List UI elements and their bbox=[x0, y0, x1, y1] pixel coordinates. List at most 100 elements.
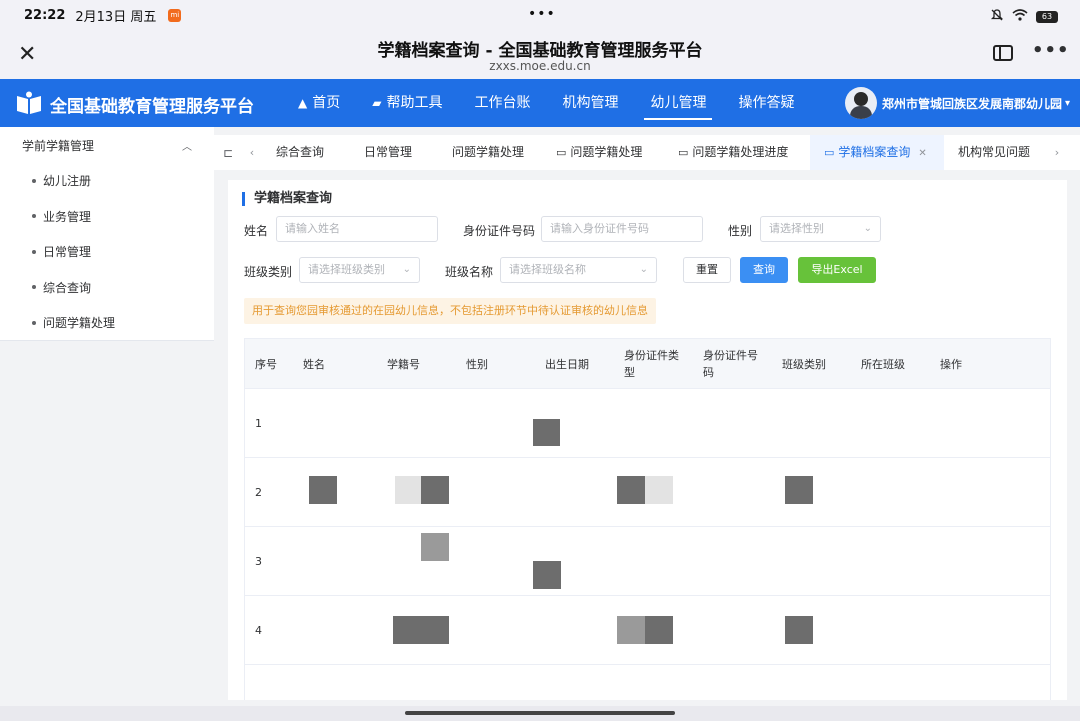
wifi-icon bbox=[1012, 9, 1028, 25]
monitor-icon: ▭ bbox=[678, 146, 689, 159]
book-icon: ▰ bbox=[372, 96, 382, 110]
col-gender: 性别 bbox=[466, 357, 488, 371]
row-index: 4 bbox=[255, 624, 262, 637]
redacted-cell bbox=[533, 419, 560, 446]
nav-home[interactable]: ▲ 首页 bbox=[282, 79, 356, 127]
table-row: 2 bbox=[245, 458, 1050, 527]
chevron-down-icon: ⌄ bbox=[639, 264, 648, 275]
avatar bbox=[845, 87, 877, 119]
class-name-label: 班级名称 bbox=[445, 265, 494, 279]
status-time: 22:22 bbox=[24, 7, 66, 23]
home-indicator[interactable] bbox=[405, 711, 675, 715]
collapse-menu-icon[interactable]: ⊏ bbox=[214, 146, 242, 160]
notice-banner: 用于查询您园审核通过的在园幼儿信息，不包括注册环节中待认证审核的幼儿信息 bbox=[244, 298, 656, 324]
class-name-select[interactable]: 请选择班级名称 ⌄ bbox=[500, 257, 657, 283]
redacted-cell bbox=[645, 476, 673, 504]
redacted-cell bbox=[393, 616, 449, 644]
user-menu[interactable]: 郑州市管城回族区发展南郡幼儿园 ▾ bbox=[845, 87, 1070, 119]
id-number-input[interactable]: 请输入身份证件号码 bbox=[541, 216, 703, 242]
page-title: 学籍档案查询 bbox=[242, 192, 332, 206]
nav-help-tools[interactable]: ▰ 帮助工具 bbox=[356, 79, 458, 127]
table-header: 序号 姓名 学籍号 性别 出生日期 身份证件类型 身份证件号码 班级类别 所在班… bbox=[245, 339, 1050, 389]
row-index: 2 bbox=[255, 486, 262, 499]
table-row: 4 bbox=[245, 596, 1050, 665]
nav-child-management[interactable]: 幼儿管理 bbox=[634, 79, 722, 127]
sidebar: 学前学籍管理 ︿ 幼儿注册 业务管理 日常管理 综合查询 问题学籍处理 bbox=[0, 127, 214, 341]
bullet-icon bbox=[32, 178, 36, 183]
tab-comprehensive-query[interactable]: 综合查询 bbox=[262, 135, 350, 170]
nav-institution-management[interactable]: 机构管理 bbox=[546, 79, 634, 127]
col-id-number: 身份证件号码 bbox=[703, 349, 758, 379]
redacted-cell bbox=[785, 616, 813, 644]
chevron-right-icon[interactable]: › bbox=[1048, 146, 1066, 159]
app-header: 全国基础教育管理服务平台 ▲ 首页 ▰ 帮助工具 工作台账 机构管理 幼儿管理 操作… bbox=[0, 79, 1080, 127]
col-actions: 操作 bbox=[940, 357, 962, 371]
redacted-cell bbox=[421, 533, 449, 561]
home-icon: ▲ bbox=[298, 96, 308, 110]
sidebar-toggle-icon[interactable] bbox=[993, 45, 1013, 61]
nav-operation-qa[interactable]: 操作答疑 bbox=[722, 79, 810, 127]
id-number-label: 身份证件号码 bbox=[463, 224, 536, 238]
tab-problem-status-progress[interactable]: ▭ 问题学籍处理进度 bbox=[664, 135, 810, 170]
content-panel: 学籍档案查询 姓名 请输入姓名 身份证件号码 请输入身份证件号码 性别 请选择性… bbox=[228, 180, 1067, 700]
col-student-id: 学籍号 bbox=[387, 357, 420, 371]
col-id-type: 身份证件类型 bbox=[624, 349, 679, 379]
class-type-label: 班级类别 bbox=[244, 265, 293, 279]
tab-archive-query[interactable]: ▭ 学籍档案查询 ✕ bbox=[810, 135, 944, 170]
status-date: 2月13日 周五 bbox=[75, 9, 157, 25]
monitor-icon: ▭ bbox=[824, 146, 835, 159]
redacted-cell bbox=[785, 476, 813, 504]
class-type-select[interactable]: 请选择班级类别 ⌄ bbox=[299, 257, 420, 283]
chevron-left-icon[interactable]: ‹ bbox=[242, 146, 262, 159]
browser-url[interactable]: zxxs.moe.edu.cn bbox=[0, 59, 1080, 73]
unit-name: 郑州市管城回族区发展南郡幼儿园 bbox=[882, 96, 1063, 111]
col-index: 序号 bbox=[255, 357, 277, 371]
redacted-cell bbox=[617, 616, 645, 644]
row-index: 3 bbox=[255, 555, 262, 568]
bullet-icon bbox=[32, 320, 36, 325]
redacted-cell bbox=[309, 476, 337, 504]
redacted-cell bbox=[617, 476, 645, 504]
browser-bar: ✕ 学籍档案查询 - 全国基础教育管理服务平台 zxxs.moe.edu.cn … bbox=[0, 30, 1080, 79]
export-excel-button[interactable]: 导出Excel bbox=[798, 257, 876, 283]
close-tab-icon[interactable]: ✕ bbox=[918, 148, 926, 159]
bullet-icon bbox=[32, 249, 36, 254]
nav-workbench-ledger[interactable]: 工作台账 bbox=[458, 79, 546, 127]
tab-institution-faq[interactable]: 机构常见问题 bbox=[944, 135, 1048, 170]
redacted-cell bbox=[533, 561, 561, 589]
browser-title: 学籍档案查询 - 全国基础教育管理服务平台 bbox=[377, 41, 703, 61]
col-class-type: 班级类别 bbox=[782, 357, 826, 371]
reset-button[interactable]: 重置 bbox=[683, 257, 731, 283]
brand-title: 全国基础教育管理服务平台 bbox=[50, 97, 254, 117]
redacted-cell bbox=[421, 476, 449, 504]
chevron-down-icon: ⌄ bbox=[863, 223, 872, 234]
battery-icon: 63 bbox=[1036, 11, 1058, 23]
notification-app-icon: mi bbox=[168, 8, 182, 22]
logo-icon bbox=[16, 91, 42, 115]
col-birth-date: 出生日期 bbox=[545, 357, 589, 371]
archive-table: 序号 姓名 学籍号 性别 出生日期 身份证件类型 身份证件号码 班级类别 所在班… bbox=[244, 338, 1051, 700]
redacted-cell bbox=[645, 616, 673, 644]
col-name: 姓名 bbox=[303, 357, 325, 371]
col-class: 所在班级 bbox=[861, 357, 905, 371]
chevron-up-icon: ︿ bbox=[182, 141, 192, 153]
sidebar-item-problem-status[interactable]: 问题学籍处理 bbox=[0, 305, 214, 341]
query-button[interactable]: 查询 bbox=[740, 257, 788, 283]
sidebar-item-business-management[interactable]: 业务管理 bbox=[0, 199, 214, 235]
tab-problem-status-1[interactable]: 问题学籍处理 bbox=[438, 135, 542, 170]
tab-problem-status-2[interactable]: ▭ 问题学籍处理 bbox=[542, 135, 664, 170]
name-input[interactable]: 请输入姓名 bbox=[276, 216, 438, 242]
gender-select[interactable]: 请选择性别 ⌄ bbox=[760, 216, 881, 242]
tab-daily-management[interactable]: 日常管理 bbox=[350, 135, 438, 170]
sidebar-group-preschool-status[interactable]: 学前学籍管理 ︿ bbox=[0, 127, 214, 163]
status-bar: 22:22 2月13日 周五 mi ••• 63 bbox=[0, 0, 1080, 30]
mute-icon bbox=[990, 8, 1004, 26]
sidebar-item-daily-management[interactable]: 日常管理 bbox=[0, 234, 214, 270]
redacted-cell bbox=[395, 476, 421, 504]
more-icon[interactable]: ••• bbox=[1032, 40, 1070, 61]
name-label: 姓名 bbox=[244, 224, 269, 238]
sidebar-item-child-registration[interactable]: 幼儿注册 bbox=[0, 163, 214, 199]
gender-label: 性别 bbox=[728, 224, 753, 238]
multitask-dots-icon[interactable]: ••• bbox=[528, 6, 556, 22]
sidebar-item-comprehensive-query[interactable]: 综合查询 bbox=[0, 270, 214, 306]
